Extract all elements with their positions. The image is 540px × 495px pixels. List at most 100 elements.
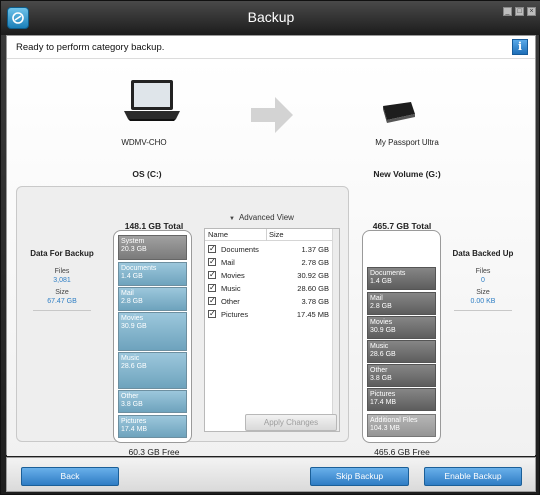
title-bar: Backup _ □ ×: [1, 1, 540, 35]
files-label: Files: [54, 268, 70, 275]
segment-size: 20.3 GB: [121, 246, 147, 253]
source-capacity-gauge: System 20.3 GB Documents 1.4 GB Mail 2.8 GB…: [113, 230, 192, 443]
main-panel: Ready to perform category backup. i WDMV…: [6, 35, 536, 457]
advanced-view-label: Advanced View: [238, 213, 294, 222]
segment-size: 30.9 GB: [121, 323, 147, 330]
info-icon[interactable]: i: [512, 39, 528, 55]
segment-name: Music: [370, 343, 389, 350]
gauge-segment-mail[interactable]: Mail 2.8 GB: [118, 287, 187, 311]
external-drive-icon: [383, 102, 415, 123]
gauge-segment-system: System 20.3 GB: [118, 235, 187, 260]
category-row-documents: ✓ Documents 1.37 GB: [205, 244, 333, 257]
gauge-segment-mail: Mail 2.8 GB: [367, 292, 436, 315]
category-size: 30.92 GB: [297, 271, 329, 280]
segment-size: 3.8 GB: [370, 375, 392, 382]
backup-window: Backup _ □ × Ready to perform category b…: [0, 0, 540, 495]
segment-name: Documents: [370, 270, 406, 277]
gauge-segment-pictures[interactable]: Pictures 17.4 MB: [118, 415, 187, 438]
segment-size: 30.9 GB: [370, 327, 396, 334]
segment-size: 1.4 GB: [370, 278, 392, 285]
skip-backup-button[interactable]: Skip Backup: [310, 467, 409, 486]
size-label: Size: [476, 289, 490, 296]
category-size: 1.37 GB: [301, 245, 329, 254]
category-name: Other: [221, 297, 240, 306]
gauge-segment-additional-files: Additional Files 104.3 MB: [367, 414, 436, 437]
footer-bar: Back Skip Backup Enable Backup: [6, 457, 536, 492]
segment-name: System: [121, 238, 145, 245]
checkbox-documents[interactable]: ✓: [208, 245, 216, 253]
category-row-mail: ✓ Mail 2.78 GB: [205, 257, 333, 270]
segment-size: 17.4 MB: [370, 399, 397, 406]
divider: [454, 310, 512, 311]
segment-size: 17.4 MB: [121, 426, 148, 433]
files-label: Files: [475, 268, 491, 275]
minimize-button[interactable]: _: [503, 7, 512, 16]
column-divider[interactable]: [266, 229, 267, 241]
data-backed-up-title: Data Backed Up: [452, 249, 514, 258]
category-size: 28.60 GB: [297, 284, 329, 293]
arrow-right-icon: [251, 97, 293, 133]
size-value: 0.00 KB: [470, 298, 496, 305]
column-header-name[interactable]: Name: [208, 230, 228, 239]
category-row-movies: ✓ Movies 30.92 GB: [205, 270, 333, 283]
gauge-segment-movies[interactable]: Movies 30.9 GB: [118, 312, 187, 351]
category-name: Documents: [221, 245, 259, 254]
category-list: Name Size ✓ Documents 1.37 GB ✓ Mail 2.7…: [204, 228, 340, 432]
category-row-pictures: ✓ Pictures 17.45 MB: [205, 309, 333, 322]
destination-drive-name: My Passport Ultra: [375, 138, 439, 147]
maximize-button[interactable]: □: [515, 7, 524, 16]
checkbox-movies[interactable]: ✓: [208, 271, 216, 279]
segment-name: Mail: [370, 295, 383, 302]
category-row-music: ✓ Music 28.60 GB: [205, 283, 333, 296]
checkbox-pictures[interactable]: ✓: [208, 310, 216, 318]
category-size: 3.78 GB: [301, 297, 329, 306]
segment-name: Movies: [121, 315, 144, 322]
source-volume-label: OS (C:): [132, 169, 162, 179]
destination-capacity-gauge: Documents 1.4 GB Mail 2.8 GB Movies 30.9 GB…: [362, 230, 441, 443]
gauge-segment-music: Music 28.6 GB: [367, 340, 436, 363]
status-bar: Ready to perform category backup. i: [7, 36, 535, 59]
window-title: Backup: [247, 9, 295, 25]
checkbox-other[interactable]: ✓: [208, 297, 216, 305]
gauge-segment-music[interactable]: Music 28.6 GB: [118, 352, 187, 389]
list-scrollbar[interactable]: [332, 229, 339, 431]
segment-size: 28.6 GB: [370, 351, 396, 358]
advanced-view-toggle[interactable]: ▼ Advanced View: [229, 213, 294, 222]
segment-name: Additional Files: [370, 417, 418, 424]
segment-size: 1.4 GB: [121, 273, 143, 280]
segment-size: 2.8 GB: [121, 298, 143, 305]
category-size: 17.45 MB: [296, 310, 329, 319]
category-size: 2.78 GB: [301, 258, 329, 267]
gauge-segment-other: Other 3.8 GB: [367, 364, 436, 387]
apply-changes-button[interactable]: Apply Changes: [245, 414, 337, 431]
close-button[interactable]: ×: [527, 7, 536, 16]
category-name: Pictures: [221, 310, 249, 319]
segment-name: Documents: [121, 265, 157, 272]
size-value: 67.47 GB: [47, 298, 77, 305]
files-count: 0: [481, 277, 485, 284]
back-button[interactable]: Back: [21, 467, 119, 486]
segment-size: 104.3 MB: [370, 425, 400, 432]
checkbox-music[interactable]: ✓: [208, 284, 216, 292]
source-free: 60.3 GB Free: [128, 447, 180, 457]
backup-content: WDMV-CHO My Passport Ultra OS (C:) New V…: [7, 60, 535, 457]
divider: [33, 310, 91, 311]
segment-name: Pictures: [121, 418, 147, 425]
gauge-segment-movies: Movies 30.9 GB: [367, 316, 436, 339]
segment-name: Music: [121, 355, 140, 362]
gauge-segment-documents: Documents 1.4 GB: [367, 267, 436, 290]
segment-name: Other: [370, 367, 388, 374]
size-label: Size: [55, 289, 69, 296]
gauge-segment-other[interactable]: Other 3.8 GB: [118, 390, 187, 413]
category-name: Mail: [221, 258, 235, 267]
gauge-segment-documents[interactable]: Documents 1.4 GB: [118, 262, 187, 286]
segment-name: Mail: [121, 290, 134, 297]
checkbox-mail[interactable]: ✓: [208, 258, 216, 266]
column-header-size[interactable]: Size: [269, 230, 284, 239]
gauge-segment-pictures: Pictures 17.4 MB: [367, 388, 436, 411]
triangle-down-icon: ▼: [229, 216, 235, 222]
category-row-other: ✓ Other 3.78 GB: [205, 296, 333, 309]
files-count: 3,081: [53, 277, 71, 284]
enable-backup-button[interactable]: Enable Backup: [424, 467, 522, 486]
segment-name: Other: [121, 393, 139, 400]
